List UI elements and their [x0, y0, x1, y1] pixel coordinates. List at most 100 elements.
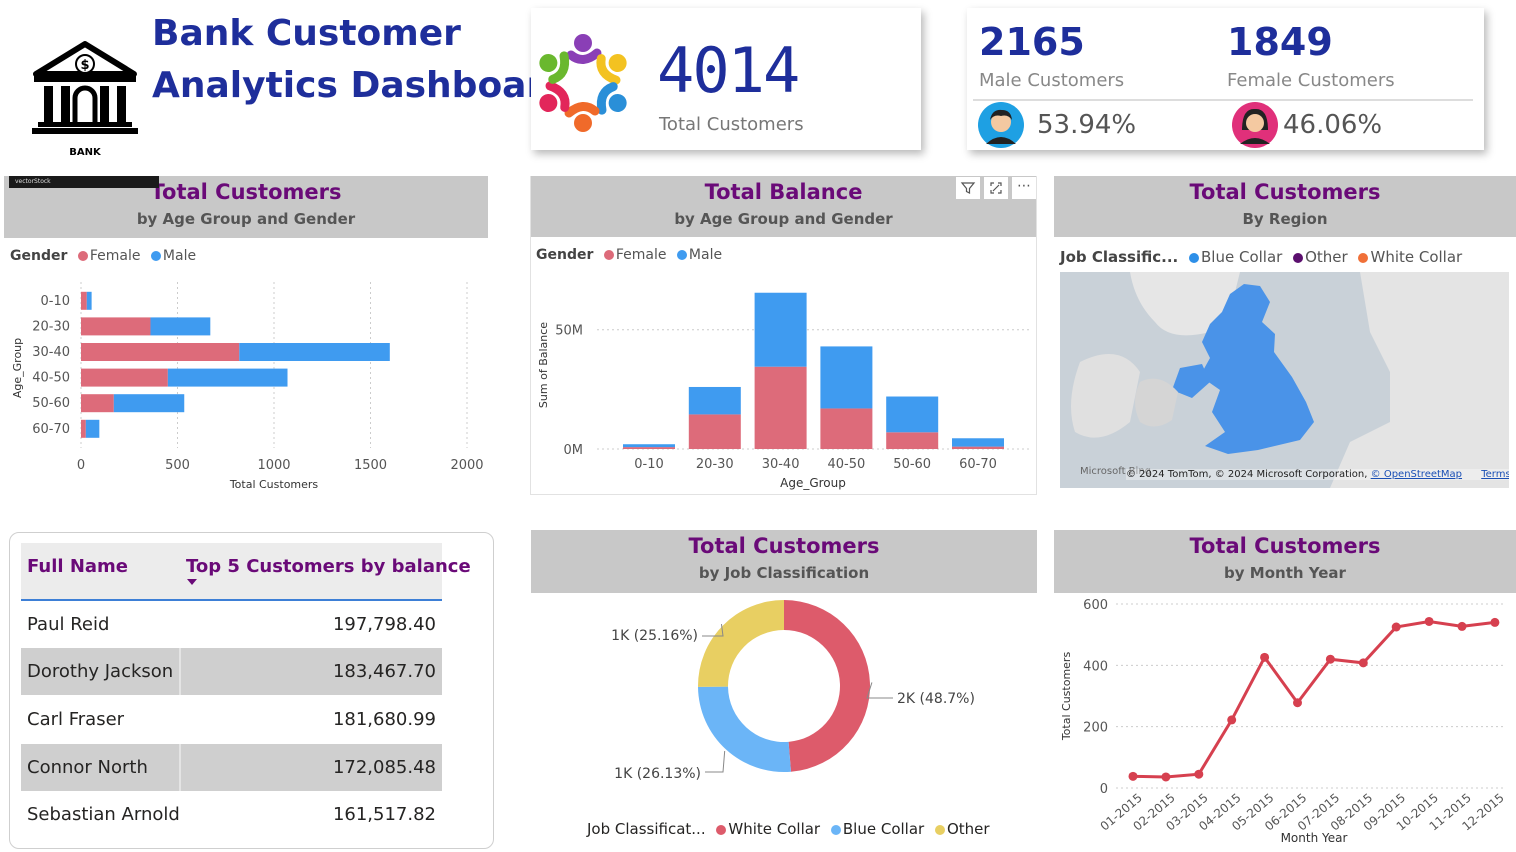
x-tick-label: 1000 — [257, 458, 290, 473]
legend-title: Job Classificat... — [587, 820, 706, 838]
bar-female — [820, 408, 873, 449]
donut-slice — [784, 600, 870, 772]
bar-male — [86, 291, 92, 310]
customer-name: Carl Fraser — [27, 709, 125, 730]
blue-collar-dot-icon — [1189, 253, 1200, 263]
kpi-divider — [973, 99, 1473, 101]
filter-icon[interactable] — [956, 177, 980, 199]
bar-male — [688, 386, 741, 415]
job-donut-chart[interactable]: 2K (48.7%) 1K (26.13%) 1K (25.16%) — [531, 598, 1037, 808]
legend-female: Female — [615, 247, 667, 263]
col-balance[interactable]: Top 5 Customers by balance — [186, 556, 471, 577]
legend-other: Other — [1305, 248, 1348, 266]
y-tick-label: 400 — [1083, 659, 1108, 674]
table-row[interactable]: Connor North 172,085.48 — [21, 744, 442, 791]
logo-label: BANK — [69, 147, 101, 158]
stock-label: vectorStock — [15, 178, 51, 185]
legend-title: Gender — [536, 247, 594, 263]
col-full-name[interactable]: Full Name — [27, 556, 128, 577]
series-line — [1132, 619, 1496, 779]
age-customers-chart[interactable]: 0 500 1000 1500 2000 Total Customers Age_Group… — [0, 270, 500, 495]
legend-white-collar: White Collar — [728, 820, 821, 838]
female-percent: 46.06% — [1283, 110, 1383, 140]
table-row[interactable]: Dorothy Jackson 183,467.70 — [21, 648, 442, 695]
x-tick-label: 60-70 — [959, 457, 997, 472]
total-customers-card: 4014 Total Customers — [531, 8, 921, 150]
data-point — [1161, 772, 1171, 782]
month-line-chart[interactable]: 0200400600Total Customers01-201502-20150… — [1054, 594, 1516, 848]
male-percent: 53.94% — [1037, 110, 1137, 140]
y-axis-title: Total Customers — [1060, 652, 1073, 742]
leader-line — [866, 682, 893, 699]
balance-chart[interactable]: 0M 50M Sum of Balance Age_Group 0-10 20-30 30-… — [531, 268, 1036, 494]
title-line-1: Bank Customer — [152, 13, 461, 54]
customer-name: Dorothy Jackson — [27, 661, 174, 682]
y-axis-title: Age_Group — [11, 338, 24, 398]
male-dot-icon — [676, 250, 687, 260]
table-row[interactable]: Paul Reid 197,798.40 — [21, 601, 442, 648]
bar-female — [81, 343, 240, 361]
stock-watermark: vectorStock — [9, 176, 159, 188]
legend-title: Job Classific... — [1060, 248, 1179, 266]
gender-kpi-card: 2165 Male Customers 1849 Female Customer… — [967, 8, 1484, 150]
legend-title: Gender — [10, 248, 68, 264]
y-tick-label: 200 — [1083, 721, 1108, 736]
table-row[interactable]: Carl Fraser 181,680.99 — [21, 696, 442, 743]
customer-balance: 172,085.48 — [332, 757, 436, 778]
bar-female — [886, 432, 939, 449]
x-axis-title: Total Customers — [229, 478, 319, 491]
legend-other: Other — [946, 820, 990, 838]
y-tick-label: 50M — [555, 324, 583, 339]
bar-male — [820, 346, 873, 409]
x-tick-label: 2000 — [450, 458, 483, 473]
x-tick-label: 50-60 — [893, 457, 931, 472]
blue-collar-dot-icon — [830, 825, 841, 835]
other-dot-icon — [934, 825, 945, 835]
y-tick-label: 0 — [1100, 782, 1108, 797]
bar-female — [688, 414, 741, 449]
bar-male — [886, 396, 939, 433]
donut-slice — [698, 600, 784, 687]
data-label: 1K (25.16%) — [611, 628, 698, 644]
customer-balance: 181,680.99 — [332, 709, 436, 730]
bar-female — [81, 368, 168, 387]
bar-female — [754, 366, 807, 449]
data-point — [1227, 715, 1237, 725]
attribution-text: © 2024 TomTom, © 2024 Microsoft Corporat… — [1126, 469, 1368, 480]
customer-balance: 161,517.82 — [332, 804, 436, 825]
y-tick-label: 50-60 — [32, 396, 70, 411]
x-tick-label: 40-50 — [828, 457, 866, 472]
x-tick-label: 20-30 — [696, 457, 734, 472]
job-legend-region: Job Classific... Blue Collar Other White… — [1060, 248, 1462, 266]
bar-male — [85, 419, 100, 438]
donut-slice — [698, 686, 791, 772]
bar-male — [623, 444, 675, 448]
region-map[interactable]: Microsoft Bing © 2024 TomTom, © 2024 Mic… — [1060, 272, 1509, 488]
panel-title: Total Customers — [1189, 180, 1381, 204]
table-row[interactable]: Sebastian Arnold 161,517.82 — [21, 791, 442, 838]
customer-balance: 197,798.40 — [332, 614, 436, 635]
osm-link[interactable]: © OpenStreetMap — [1371, 469, 1462, 480]
table-header: Full Name Top 5 Customers by balance — [21, 543, 471, 601]
white-collar-dot-icon — [1358, 253, 1369, 263]
terms-link[interactable]: Terms — [1481, 469, 1509, 480]
cell-divider — [179, 648, 181, 695]
more-options-icon[interactable]: ⋯ — [1012, 177, 1036, 199]
bank-logo: $ BANK — [30, 40, 140, 160]
female-label: Female Customers — [1227, 70, 1395, 91]
x-axis-title: Age_Group — [780, 476, 846, 490]
bar-female — [81, 291, 87, 310]
x-tick-label: 0 — [77, 458, 85, 473]
male-avatar-icon — [978, 102, 1024, 148]
panel-subtitle: by Age Group and Gender — [136, 210, 356, 228]
white-collar-dot-icon — [716, 825, 727, 835]
legend-male: Male — [162, 248, 197, 264]
data-point — [1424, 616, 1434, 626]
y-axis-title: Sum of Balance — [537, 322, 550, 408]
x-tick-label: 30-40 — [762, 457, 800, 472]
job-legend-donut: Job Classificat... White Collar Blue Col… — [587, 820, 990, 838]
data-point — [1358, 658, 1368, 668]
focus-mode-icon[interactable] — [984, 177, 1008, 199]
data-point — [1457, 621, 1467, 631]
y-tick-label: 60-70 — [32, 422, 70, 437]
